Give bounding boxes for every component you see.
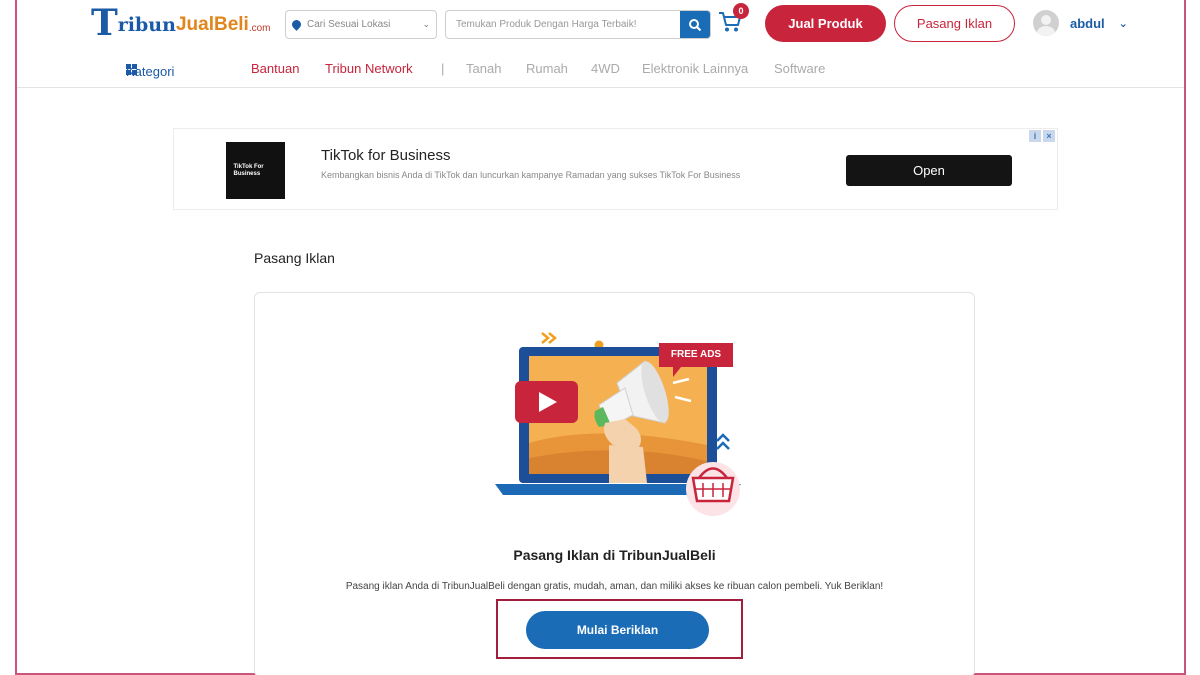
ad-description: Kembangkan bisnis Anda di TikTok dan lun… — [321, 170, 741, 180]
cta-highlight: Mulai Beriklan — [496, 599, 743, 659]
nav-link-tanah[interactable]: Tanah — [466, 61, 501, 76]
nav-link-software[interactable]: Software — [774, 61, 825, 76]
search-bar — [445, 10, 711, 39]
cart-button[interactable]: 0 — [717, 3, 749, 38]
chevron-down-icon: ⌄ — [422, 19, 430, 29]
page-frame: T ribun JualBeli .com Cari Sesuai Lokasi… — [15, 0, 1186, 675]
ad-banner[interactable]: TikTok For Business TikTok for Business … — [173, 128, 1058, 210]
search-input[interactable] — [446, 11, 680, 38]
ad-open-button[interactable]: Open — [846, 155, 1012, 186]
pasang-iklan-card: FREE ADS Pasang Iklan di TribunJualBeli … — [254, 292, 975, 675]
ad-title: TikTok for Business — [321, 147, 451, 164]
search-button[interactable] — [680, 11, 710, 38]
nav-link-4wd[interactable]: 4WD — [591, 61, 620, 76]
avatar — [1033, 10, 1059, 36]
main-nav: Kategori Bantuan Tribun Network | Tanah … — [17, 58, 1184, 80]
location-pin-icon — [290, 18, 303, 31]
mulai-beriklan-button[interactable]: Mulai Beriklan — [526, 611, 709, 649]
kategori-label: Kategori — [126, 64, 175, 79]
location-placeholder: Cari Sesuai Lokasi — [307, 19, 391, 30]
nav-link-tribun-network[interactable]: Tribun Network — [325, 61, 413, 76]
ad-controls: i × — [1029, 130, 1055, 142]
site-header: T ribun JualBeli .com Cari Sesuai Lokasi… — [17, 0, 1184, 88]
nav-link-rumah[interactable]: Rumah — [526, 61, 568, 76]
user-name: abdul — [1070, 15, 1105, 31]
page-title: Pasang Iklan — [254, 250, 335, 266]
search-icon — [689, 18, 702, 31]
logo-text-jualbeli: JualBeli — [175, 14, 249, 35]
tiktok-logo: TikTok For Business — [226, 142, 285, 199]
logo-letter: T — [91, 2, 118, 44]
chevron-down-icon: ⌄ — [1118, 17, 1128, 30]
pasang-iklan-button[interactable]: Pasang Iklan — [894, 5, 1015, 42]
close-icon[interactable]: × — [1043, 130, 1055, 142]
user-menu[interactable]: abdul ⌄ — [1033, 9, 1128, 37]
nav-divider: | — [441, 61, 445, 76]
free-ads-badge: FREE ADS — [670, 349, 722, 360]
cart-count-badge: 0 — [733, 3, 749, 19]
card-title: Pasang Iklan di TribunJualBeli — [513, 547, 716, 563]
site-logo[interactable]: T ribun JualBeli .com — [91, 5, 271, 41]
location-select[interactable]: Cari Sesuai Lokasi ⌄ — [285, 10, 437, 39]
logo-text-domain: .com — [248, 23, 271, 34]
ad-info-icon[interactable]: i — [1029, 130, 1041, 142]
nav-link-bantuan[interactable]: Bantuan — [251, 61, 299, 76]
card-description: Pasang iklan Anda di TribunJualBeli deng… — [345, 581, 884, 592]
ad-logo-text: TikTok For Business — [233, 163, 264, 177]
nav-link-elektronik-lainnya[interactable]: Elektronik Lainnya — [642, 61, 748, 76]
logo-text-tribun: ribun — [117, 14, 176, 36]
jual-produk-button[interactable]: Jual Produk — [765, 5, 886, 42]
